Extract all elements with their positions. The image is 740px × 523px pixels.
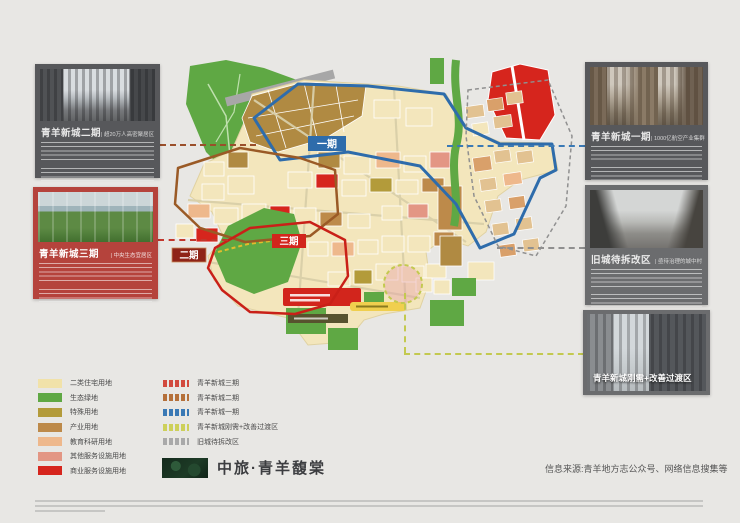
card-phase3-title: 青羊新城三期: [39, 246, 99, 260]
fine-print: [41, 142, 154, 163]
brand-name: 中旅·青羊馥棠: [217, 457, 326, 478]
transition-zone-circle: [384, 265, 422, 303]
svg-text:一期: 一期: [317, 138, 337, 151]
source-note: 信息来源:青羊地方志公众号、网络信息搜集等: [545, 462, 728, 475]
fine-print: [591, 146, 702, 163]
legend-item: 二类住宅用地: [38, 376, 126, 391]
svg-text:三期: 三期: [279, 236, 298, 248]
phase1-map-label: 一期: [308, 136, 346, 151]
legend-swatch: [38, 452, 62, 461]
leader-phase3: [158, 239, 228, 241]
poster-canvas: 一期 二期 三期 青羊新城二期 | 超20万人高密聚居区 青羊新城三期 | 中央…: [0, 0, 740, 523]
phase1-photo: [590, 67, 703, 125]
card-phase1: 青羊新城一期 | 1000亿航空产业集群: [585, 62, 708, 180]
leader-transition-h: [404, 353, 584, 355]
card-phase2-title: 青羊新城二期: [41, 125, 101, 139]
card-phase1-title: 青羊新城一期: [591, 129, 651, 143]
legend-boundaries: 青羊新城三期 青羊新城二期 青羊新城一期 青羊新城刚需+改善过渡区 旧城待拆改区: [163, 376, 278, 449]
legend-swatch: [38, 437, 62, 446]
disclaimer-line: [35, 510, 105, 512]
legend-swatch: [163, 424, 189, 431]
legend-swatch: [163, 438, 189, 445]
legend-swatch: [38, 408, 62, 417]
fine-print: [591, 294, 702, 307]
leader-phase1: [447, 145, 585, 147]
legend-swatch: [163, 409, 189, 416]
phase3-map-label: 三期: [272, 234, 306, 248]
card-phase2-subtitle: | 超20万人高密聚居区: [101, 130, 154, 138]
legend-item: 特殊用地: [38, 405, 126, 420]
card-oldtown-subtitle: | 亟待治理的城中村: [655, 257, 702, 265]
fine-print: [39, 289, 152, 302]
card-phase1-subtitle: | 1000亿航空产业集群: [651, 134, 705, 142]
legend-item: 青羊新城刚需+改善过渡区: [163, 420, 278, 435]
card-transition-title: 青羊新城刚需+改善过渡区: [593, 372, 691, 384]
phase2-photo: [40, 69, 155, 121]
leader-phase2: [160, 144, 256, 146]
oldtown-photo: [590, 190, 703, 248]
legend-swatch: [38, 379, 62, 388]
legend-item: 青羊新城二期: [163, 391, 278, 406]
legend-item: 产业用地: [38, 420, 126, 435]
legend-swatch: [38, 423, 62, 432]
fine-print: [39, 263, 152, 284]
legend-item: 青羊新城一期: [163, 405, 278, 420]
legend-item: 商业服务设施用地: [38, 464, 126, 479]
legend-item: 教育科研用地: [38, 434, 126, 449]
legend-swatch: [163, 394, 189, 401]
card-oldtown: 旧城待拆改区 | 亟待治理的城中村: [585, 185, 708, 305]
legend-swatch: [163, 380, 189, 387]
phase3-photo: [38, 192, 153, 242]
legend-item: 青羊新城三期: [163, 376, 278, 391]
card-phase3: 青羊新城三期 | 中央生态宜居区: [33, 187, 158, 299]
card-oldtown-title: 旧城待拆改区: [591, 252, 651, 266]
legend-swatch: [38, 393, 62, 402]
fine-print: [591, 269, 702, 290]
disclaimer-line: [35, 505, 703, 507]
svg-text:二期: 二期: [179, 250, 198, 262]
leader-oldtown: [497, 247, 585, 249]
yellow-strip-label: [350, 302, 406, 311]
legend-landuse: 二类住宅用地 生态绿地 特殊用地 产业用地 教育科研用地 其他服务设施用地 商业…: [38, 376, 126, 478]
disclaimer-line: [35, 500, 703, 502]
fine-print: [591, 167, 702, 180]
brand-lockup: 中旅·青羊馥棠: [162, 457, 326, 478]
legend-swatch: [38, 466, 62, 475]
master-plan-map: 一期 二期 三期: [168, 56, 584, 374]
legend-item: 旧城待拆改区: [163, 434, 278, 449]
leader-transition-v: [404, 293, 406, 353]
card-phase2: 青羊新城二期 | 超20万人高密聚居区: [35, 64, 160, 178]
phase2-map-label: 二期: [172, 248, 206, 262]
card-phase3-subtitle: | 中央生态宜居区: [111, 251, 152, 259]
oldtown-parcel-south: [468, 262, 494, 280]
fine-print: [41, 168, 154, 181]
brand-logo-image: [162, 458, 208, 478]
olive-strip-label: [288, 314, 348, 323]
card-transition: 青羊新城刚需+改善过渡区: [583, 310, 710, 395]
transition-photo: 青羊新城刚需+改善过渡区: [587, 314, 706, 391]
legend-item: 生态绿地: [38, 391, 126, 406]
red-strip-label: [283, 288, 361, 306]
legend-item: 其他服务设施用地: [38, 449, 126, 464]
